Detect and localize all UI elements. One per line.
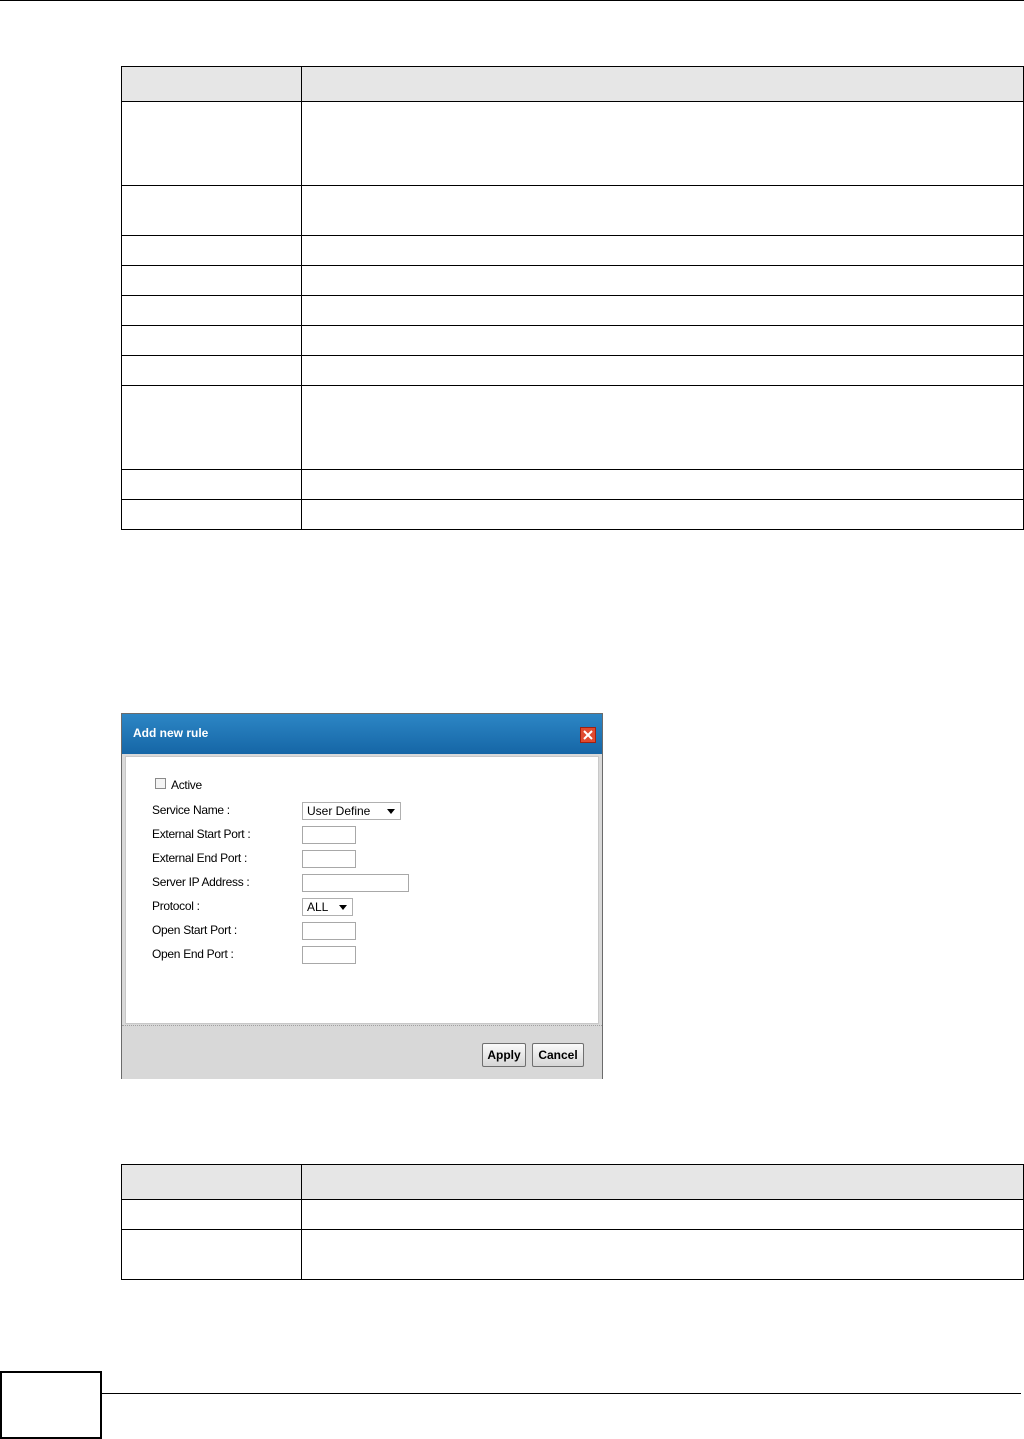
- dialog-footer: Apply Cancel: [122, 1025, 602, 1079]
- open-start-port-input[interactable]: [302, 922, 356, 940]
- page-top-rule: [0, 0, 1024, 1]
- external-end-port-input[interactable]: [302, 850, 356, 868]
- table-row: [121, 1229, 1024, 1280]
- server-ip-address-label: Server IP Address :: [152, 875, 250, 889]
- cancel-button[interactable]: Cancel: [532, 1043, 584, 1067]
- external-end-port-label: External End Port :: [152, 851, 248, 865]
- table-row: [121, 355, 1024, 386]
- table-header-row: [121, 1164, 1024, 1200]
- table-row: [121, 185, 1024, 236]
- field-description-table-2: [121, 1164, 1024, 1280]
- service-name-label: Service Name :: [152, 803, 230, 817]
- table-row: [121, 265, 1024, 296]
- table-header-row: [121, 66, 1024, 102]
- dialog-form: Active Service Name : User Define Extern…: [125, 756, 599, 1024]
- dialog-title-bar: Add new rule: [122, 714, 602, 754]
- dialog-title: Add new rule: [133, 726, 209, 740]
- open-end-port-input[interactable]: [302, 946, 356, 964]
- chevron-down-icon: [339, 905, 347, 910]
- server-ip-address-input[interactable]: [302, 874, 409, 892]
- table-row: [121, 385, 1024, 470]
- add-new-rule-dialog: Add new rule Active Service Name : User …: [121, 713, 603, 1079]
- close-icon[interactable]: [580, 727, 596, 743]
- table-row: [121, 295, 1024, 326]
- service-name-select[interactable]: User Define: [302, 802, 401, 820]
- page-number-box: [0, 1371, 102, 1439]
- table-row: [121, 325, 1024, 356]
- apply-button[interactable]: Apply: [482, 1043, 526, 1067]
- active-checkbox[interactable]: [155, 778, 166, 789]
- table-row: [121, 499, 1024, 530]
- table-row: [121, 469, 1024, 500]
- service-name-value: User Define: [307, 804, 371, 818]
- field-description-table-1: [121, 66, 1024, 530]
- table-row: [121, 1199, 1024, 1230]
- table-row: [121, 101, 1024, 186]
- chevron-down-icon: [387, 809, 395, 814]
- open-start-port-label: Open Start Port :: [152, 923, 237, 937]
- external-start-port-input[interactable]: [302, 826, 356, 844]
- table-row: [121, 235, 1024, 266]
- footer-rule: [100, 1393, 1021, 1394]
- open-end-port-label: Open End Port :: [152, 947, 234, 961]
- external-start-port-label: External Start Port :: [152, 827, 251, 841]
- protocol-label: Protocol :: [152, 899, 200, 913]
- protocol-value: ALL: [307, 900, 329, 914]
- protocol-select[interactable]: ALL: [302, 898, 353, 916]
- active-label: Active: [171, 778, 202, 792]
